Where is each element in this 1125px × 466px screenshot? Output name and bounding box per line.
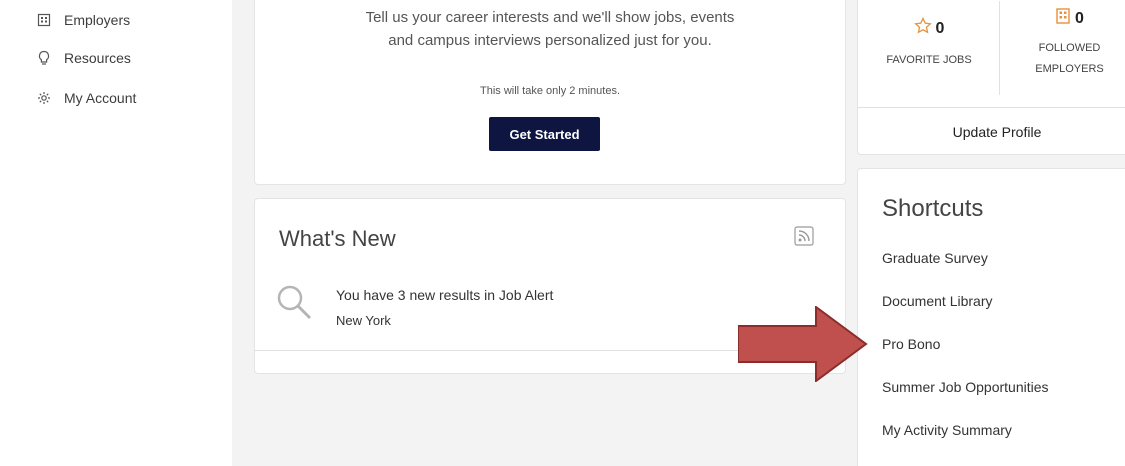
followed-employers-stat[interactable]: 0 FOLLOWED EMPLOYERS [1001, 0, 1125, 95]
sidebar: Employers Resources My Account [0, 0, 232, 466]
job-alert-text[interactable]: You have 3 new results in Job Alert [336, 287, 553, 303]
favorite-jobs-stat[interactable]: 0 FAVORITE JOBS [858, 0, 1000, 95]
whats-new-title: What's New [279, 226, 396, 251]
sidebar-item-label: Resources [64, 50, 131, 66]
followed-label-line-1: FOLLOWED [1038, 42, 1101, 54]
shortcut-pro-bono[interactable]: Pro Bono [882, 336, 940, 352]
followed-label-line-2: EMPLOYERS [1035, 63, 1104, 75]
search-icon [275, 283, 313, 321]
profile-stats-card: 0 FAVORITE JOBS 0 FOLLOWED EMPLOYERS Upd… [857, 0, 1125, 155]
shortcut-summer-job-opportunities[interactable]: Summer Job Opportunities [882, 379, 1049, 395]
career-text-line-1: Tell us your career interests and we'll … [365, 9, 735, 26]
get-started-button[interactable]: Get Started [489, 117, 600, 151]
rss-icon[interactable] [794, 226, 814, 246]
followed-employers-count: 0 [1075, 9, 1084, 27]
favorite-jobs-label: FAVORITE JOBS [886, 54, 972, 66]
career-interests-card: Tell us your career interests and we'll … [254, 0, 846, 185]
shortcut-my-activity-summary[interactable]: My Activity Summary [882, 422, 1012, 438]
sidebar-item-label: Employers [64, 12, 131, 28]
red-arrow-annotation [738, 306, 868, 382]
main-content: Tell us your career interests and we'll … [232, 0, 1125, 466]
sidebar-item-my-account[interactable]: My Account [36, 86, 136, 110]
building-icon [1055, 7, 1075, 30]
sidebar-item-employers[interactable]: Employers [36, 8, 130, 32]
career-note: This will take only 2 minutes. [480, 85, 620, 97]
favorite-jobs-count: 0 [935, 19, 945, 37]
shortcut-graduate-survey[interactable]: Graduate Survey [882, 250, 988, 266]
divider [999, 1, 1000, 95]
star-icon [913, 16, 936, 40]
career-text-line-2: and campus interviews personalized just … [388, 32, 712, 49]
shortcuts-card: Shortcuts Graduate Survey Document Libra… [857, 168, 1125, 466]
shortcuts-title: Shortcuts [882, 195, 984, 222]
gear-icon [36, 90, 52, 106]
update-profile-link[interactable]: Update Profile [858, 108, 1125, 156]
job-alert-location: New York [336, 313, 391, 328]
building-icon [36, 12, 52, 28]
lightbulb-icon [36, 50, 52, 66]
sidebar-item-resources[interactable]: Resources [36, 46, 131, 70]
sidebar-item-label: My Account [64, 90, 137, 106]
shortcut-document-library[interactable]: Document Library [882, 293, 993, 309]
